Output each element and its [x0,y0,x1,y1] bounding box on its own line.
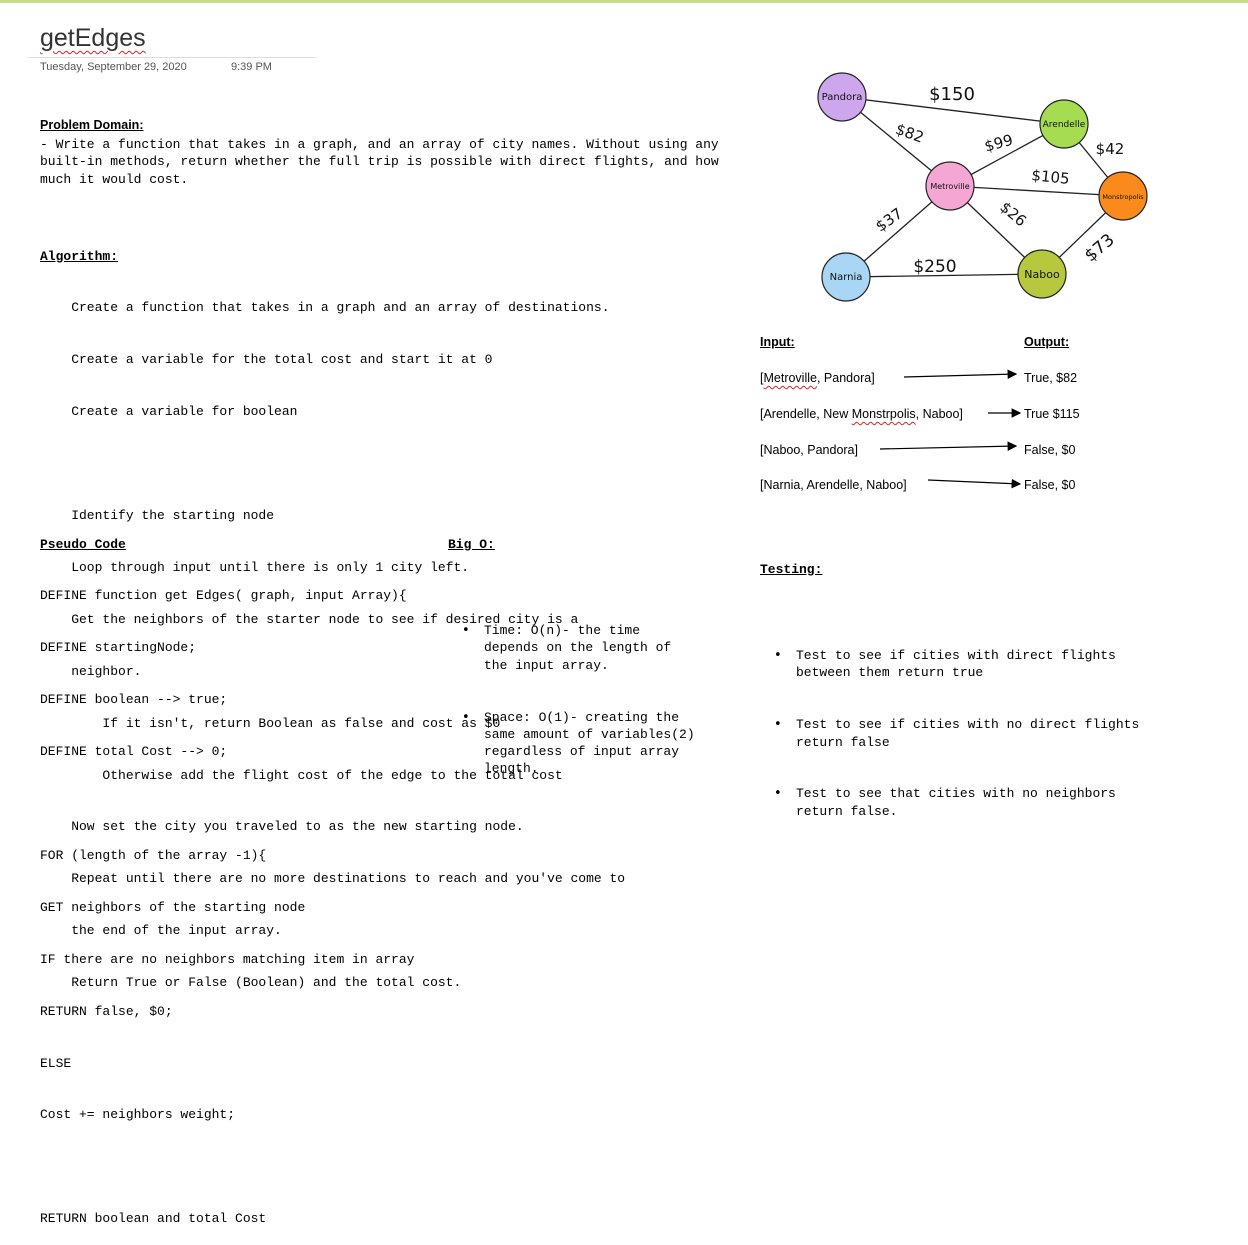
page-date: Tuesday, September 29, 2020 [40,61,187,73]
pseudo-line: DEFINE startingNode; [40,640,197,656]
node-label-narnia: Narnia [830,272,863,283]
edge-label-metroville-narnia: $37 [872,204,906,235]
output-row-1: True, $82 [1024,371,1078,385]
pseudo-line: IF there are no neighbors matching item … [40,951,415,967]
pseudo-code-section: Pseudo Code DEFINE function get Edges( g… [40,501,414,1245]
node-label-monstropolis: Monstropolis [1102,193,1144,201]
testing-heading: Testing: [760,561,823,577]
edge-label-metroville-monstropolis: $105 [1031,166,1071,188]
pseudo-line: ELSE [40,1055,72,1071]
output-row-3: False, $0 [1024,443,1076,457]
algorithm-heading: Algorithm: [40,248,119,264]
edge-label-naboo-monstropolis: $73 [1081,230,1119,266]
testing-section: Testing: Test to see if cities with dire… [760,526,1139,872]
output-row-4: False, $0 [1024,478,1076,492]
algorithm-line: Create a variable for boolean [40,404,298,420]
arrow-icon [879,441,1018,451]
edge-label-arendelle-monstropolis: $42 [1096,140,1125,158]
pseudo-line: ​ [40,795,414,812]
node-label-metroville: Metroville [930,182,969,191]
pseudo-line: FOR (length of the array -1){ [40,847,267,863]
algorithm-line: ​ [40,455,625,472]
edge-label-metroville-naboo: $26 [996,198,1030,230]
big-o-time-item: Time: O(n)- the time depends on the leng… [448,622,695,674]
node-label-arendelle: Arendelle [1043,120,1086,130]
big-o-heading: Big O: [448,536,495,552]
top-accent-bar [0,0,1248,3]
misspelled-word: Metroville [763,371,817,385]
edge-label-narnia-naboo: $250 [913,257,956,277]
node-label-pandora: Pandora [822,92,863,103]
city-graph-diagram: Pandora Arendelle Metroville Monstropoli… [817,72,1148,302]
pseudo-line: DEFINE total Cost --> 0; [40,744,228,760]
io-arrows [879,369,1022,489]
algorithm-line: Create a variable for the total cost and… [40,352,493,368]
input-row-3: [Naboo, Pandora] [760,443,858,457]
pseudo-line: DEFINE function get Edges( graph, input … [40,588,407,604]
output-heading: Output: [1024,335,1070,349]
big-o-section: Big O: Time: O(n)- the time depends on t… [448,501,695,830]
page-time: 9:39 PM [231,61,272,73]
testing-item: Test to see if cities with direct flight… [760,647,1139,682]
arrow-icon [903,369,1018,380]
input-heading: Input: [760,335,795,349]
pseudo-line: GET neighbors of the starting node [40,899,306,915]
output-row-2: True $115 [1024,407,1080,421]
node-label-naboo: Naboo [1024,268,1060,281]
problem-domain-text: - Write a function that takes in a graph… [40,137,727,187]
pseudo-line: RETURN false, $0; [40,1003,173,1019]
pseudo-line: ​ [40,1158,414,1175]
pseudo-line: Cost += neighbors weight; [40,1107,236,1123]
page-title[interactable]: getEdges [40,24,146,53]
edge-metroville-monstropolis [949,185,1124,197]
algorithm-line: Create a function that takes in a graph … [40,300,610,316]
pseudo-code-heading: Pseudo Code [40,536,126,552]
big-o-space-item: Space: O(1)- creating the same amount of… [448,709,695,778]
pseudo-line: DEFINE boolean --> true; [40,692,228,708]
testing-item: Test to see if cities with no direct fli… [760,716,1139,751]
input-row-1: [Metroville, Pandora] [760,371,875,385]
problem-domain-heading: Problem Domain: [40,118,144,132]
pseudo-line: RETURN boolean and total Cost [40,1211,267,1227]
testing-item: Test to see that cities with no neighbor… [760,785,1139,820]
arrow-icon [927,478,1022,489]
title-divider [28,57,316,58]
edge-label-pandora-arendelle: $150 [929,84,975,105]
edge-label-arendelle-metroville: $99 [983,131,1015,156]
